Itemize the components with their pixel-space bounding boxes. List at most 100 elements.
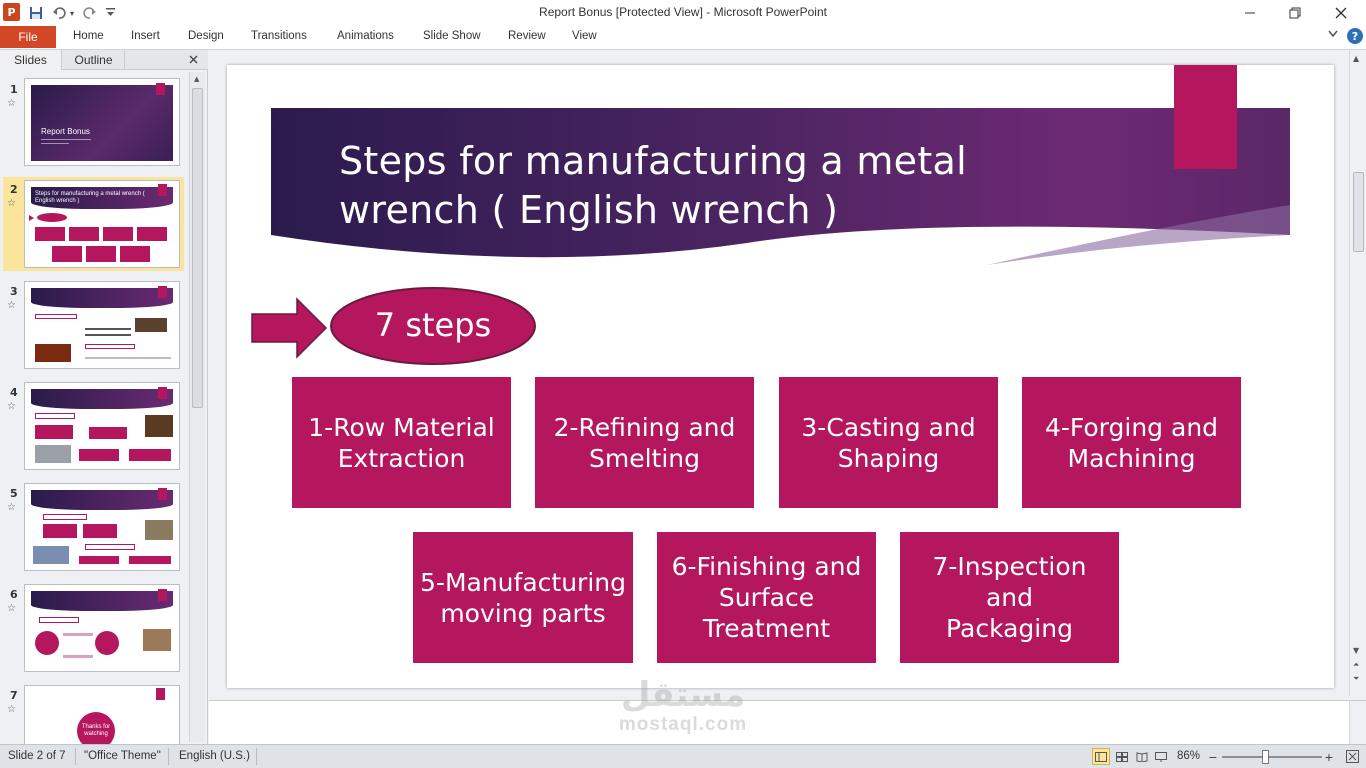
slide-show-icon[interactable] [1152, 748, 1170, 765]
slide-thumbnail-3[interactable] [24, 281, 180, 369]
scroll-thumb[interactable] [1353, 172, 1364, 252]
step-box-7[interactable]: 7-Inspection and Packaging [900, 532, 1119, 663]
accent-rectangle [1174, 65, 1237, 169]
tab-slides[interactable]: Slides [0, 50, 62, 70]
slide-thumbnail-4[interactable] [24, 382, 180, 470]
watermark-arabic: مستقل [620, 675, 746, 715]
chevron-down-icon[interactable] [1328, 30, 1338, 41]
watermark-logo: مستقل mostaql.com [598, 676, 768, 748]
previous-slide-icon[interactable]: ⏶ [1353, 660, 1359, 670]
tab-home[interactable]: Home [73, 30, 104, 42]
thumb-accent [158, 184, 167, 196]
step-box-4[interactable]: 4-Forging and Machining [1022, 377, 1241, 508]
slide-scrollbar[interactable]: ▲ ▼ ⏶ ⏷ [1349, 50, 1366, 696]
thumb-accent [158, 589, 167, 601]
thumb-oval [37, 213, 67, 222]
fit-to-window-icon[interactable] [1343, 748, 1361, 765]
tab-insert[interactable]: Insert [131, 30, 160, 42]
slide-thumbnail-5[interactable] [24, 483, 180, 571]
step-box-5[interactable]: 5-Manufacturing moving parts [413, 532, 633, 663]
zoom-slider[interactable] [1222, 756, 1322, 758]
step-box-6[interactable]: 6-Finishing and Surface Treatment [657, 532, 876, 663]
close-pane-icon[interactable] [189, 53, 198, 67]
step-box-2[interactable]: 2-Refining and Smelting [535, 377, 754, 508]
thumb-label [43, 514, 87, 520]
thumb-step [35, 227, 65, 241]
notes-pane[interactable] [209, 700, 1366, 745]
thumb-header-band [31, 490, 173, 510]
slides-pane-scrollbar[interactable]: ▲ [189, 72, 205, 742]
thumb-step [35, 425, 73, 439]
zoom-slider-handle[interactable] [1262, 750, 1269, 764]
step-box-1[interactable]: 1-Row Material Extraction [292, 377, 511, 508]
thumb-picture [145, 415, 173, 437]
watermark-latin: mostaql.com [618, 714, 748, 735]
thumb-line [85, 328, 131, 330]
thumb-picture [35, 445, 71, 463]
thumb-step [83, 524, 117, 538]
thumb-title: Report Bonus [41, 127, 90, 136]
transition-star-icon: ☆ [7, 98, 16, 109]
thumb-picture [143, 629, 171, 651]
transition-star-icon: ☆ [7, 603, 16, 614]
language-indicator[interactable]: English (U.S.) [179, 750, 250, 762]
divider [75, 748, 76, 765]
thumb-label [35, 314, 77, 319]
theme-name[interactable]: "Office Theme" [84, 750, 161, 762]
tab-transitions[interactable]: Transitions [251, 30, 307, 42]
zoom-level[interactable]: 86% [1177, 750, 1200, 762]
thumb-step [52, 246, 82, 262]
scroll-down-icon[interactable]: ▼ [1353, 646, 1359, 655]
scroll-up-icon[interactable]: ▲ [194, 75, 199, 83]
step-box-3[interactable]: 3-Casting and Shaping [779, 377, 998, 508]
minimize-button[interactable] [1230, 2, 1270, 24]
transition-star-icon: ☆ [7, 198, 16, 209]
slide-thumbnail-1[interactable]: Report Bonus [24, 78, 180, 166]
divider [168, 748, 169, 765]
slide-number: 1 [10, 83, 18, 96]
slide-title[interactable]: Steps for manufacturing a metal wrench (… [339, 137, 1139, 235]
slide-number: 7 [10, 689, 18, 702]
help-icon[interactable]: ? [1347, 28, 1363, 44]
reading-view-icon[interactable] [1133, 748, 1151, 765]
close-button[interactable] [1321, 2, 1361, 24]
tab-slide-show[interactable]: Slide Show [423, 30, 481, 42]
tab-outline[interactable]: Outline [63, 50, 125, 70]
thumb-accent [158, 488, 167, 500]
scroll-up-icon[interactable]: ▲ [1353, 54, 1359, 63]
zoom-in-button[interactable]: + [1320, 748, 1338, 765]
thumb-step [89, 427, 127, 439]
thumb-step [86, 246, 116, 262]
normal-view-icon[interactable] [1092, 748, 1110, 765]
thumb-label [85, 544, 135, 550]
thumb-step [137, 227, 167, 241]
tab-design[interactable]: Design [188, 30, 224, 42]
slide-thumbnail-7[interactable]: Thanks for watching [24, 685, 180, 745]
thumb-title: Steps for manufacturing a metal wrench (… [35, 191, 145, 204]
slide-canvas[interactable]: Steps for manufacturing a metal wrench (… [227, 65, 1334, 688]
thumb-circle: Thanks for watching [77, 712, 115, 745]
ribbon-tabs: File Home Insert Design Transitions Anim… [0, 26, 1366, 50]
slide-sorter-icon[interactable] [1113, 748, 1131, 765]
steps-count-label[interactable]: 7 steps [331, 287, 535, 363]
next-slide-icon[interactable]: ⏷ [1353, 674, 1359, 684]
tab-animations[interactable]: Animations [337, 30, 394, 42]
tab-view[interactable]: View [572, 30, 597, 42]
arrow-shape [251, 297, 328, 359]
thumb-picture [145, 520, 173, 540]
slide-thumbnail-2[interactable]: Steps for manufacturing a metal wrench (… [24, 180, 180, 268]
slide-thumbnail-6[interactable] [24, 584, 180, 672]
slide-number: 6 [10, 588, 18, 601]
scroll-thumb[interactable] [192, 88, 203, 408]
zoom-out-button[interactable]: − [1204, 748, 1222, 765]
thumb-step [129, 556, 171, 564]
thumb-picture [35, 344, 71, 362]
slide-number: 2 [10, 183, 18, 196]
notes-scrollbar[interactable] [1349, 701, 1366, 745]
restore-button[interactable] [1275, 2, 1315, 24]
tab-review[interactable]: Review [508, 30, 546, 42]
tab-file[interactable]: File [0, 26, 56, 48]
thumb-line [85, 357, 171, 359]
transition-star-icon: ☆ [7, 704, 16, 715]
thumb-step [69, 227, 99, 241]
